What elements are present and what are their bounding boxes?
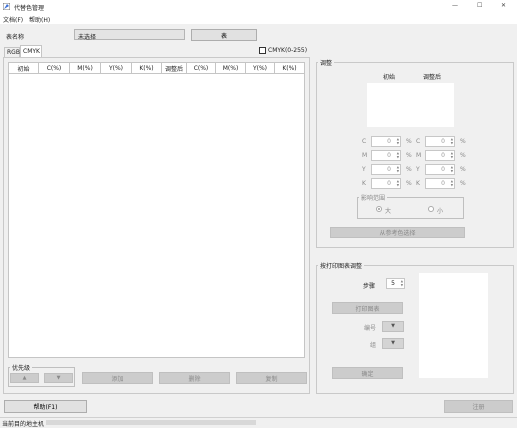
add-button[interactable]: 添加 xyxy=(82,372,153,384)
table-select-button[interactable]: 表 xyxy=(191,29,257,41)
col-c[interactable]: C(%) xyxy=(39,63,70,73)
chevron-down-icon: ▼ xyxy=(391,323,395,329)
c-initial-value: 0 xyxy=(387,138,391,145)
status-bar: 当前目的地主机 xyxy=(0,417,517,428)
print-chart-title: 按打印图表调整 xyxy=(318,261,365,270)
table-name-label: 表名称 xyxy=(6,34,25,41)
k-label-left: K xyxy=(362,180,366,187)
col-k-adjusted[interactable]: K(%) xyxy=(275,63,304,73)
minimize-icon[interactable]: — xyxy=(452,2,458,9)
col-y-adjusted[interactable]: Y(%) xyxy=(246,63,275,73)
k-percent-right: % xyxy=(460,180,466,187)
tab-cmyk-label: CMYK xyxy=(23,48,40,55)
y-label-left: Y xyxy=(362,166,366,173)
y-label-right: Y xyxy=(416,166,420,173)
y-percent-right: % xyxy=(460,166,466,173)
y-adjusted-spinner[interactable]: 0 ▲ ▼ xyxy=(425,164,455,175)
k-initial-value: 0 xyxy=(387,180,391,187)
table-name-field: 未选择 xyxy=(74,29,185,41)
priority-up-button[interactable]: ▲ xyxy=(10,373,39,383)
col-m-adjusted[interactable]: M(%) xyxy=(216,63,246,73)
range-large-label: 大 xyxy=(385,208,392,215)
adjust-initial-label: 初始 xyxy=(383,74,396,81)
color-preview xyxy=(367,83,454,127)
k-initial-spinner[interactable]: 0 ▲ ▼ xyxy=(371,178,401,189)
y-initial-value: 0 xyxy=(387,166,391,173)
group-label: 组 xyxy=(370,342,377,349)
range-small-radio[interactable] xyxy=(428,206,434,212)
delete-button[interactable]: 删除 xyxy=(159,372,230,384)
group-dropdown[interactable]: ▼ xyxy=(382,338,404,349)
color-table[interactable]: 初始 C(%) M(%) Y(%) K(%) 调整后 C(%) M(%) Y(%… xyxy=(8,62,305,358)
m-initial-value: 0 xyxy=(387,152,391,159)
range-small-label: 小 xyxy=(437,208,444,215)
menu-bar: 文档(F) 帮助(H) xyxy=(0,13,517,24)
select-from-reference-button[interactable]: 从参考色选择 xyxy=(330,227,465,238)
m-adjusted-value: 0 xyxy=(441,152,445,159)
status-host-value xyxy=(46,420,256,425)
range-large-radio[interactable] xyxy=(376,206,382,212)
radio-dot-icon xyxy=(378,208,380,210)
m-label-right: M xyxy=(416,152,422,159)
m-initial-spinner[interactable]: 0 ▲ ▼ xyxy=(371,150,401,161)
y-adjusted-value: 0 xyxy=(441,166,445,173)
app-icon xyxy=(2,2,11,11)
priority-down-button[interactable]: ▼ xyxy=(44,373,73,383)
step-spinner[interactable]: 5 ▲ ▼ xyxy=(386,278,405,289)
adjust-title: 调整 xyxy=(318,58,335,67)
confirm-button[interactable]: 确定 xyxy=(332,367,403,379)
menu-file[interactable]: 文档(F) xyxy=(3,15,23,24)
m-percent-left: % xyxy=(406,152,412,159)
col-y[interactable]: Y(%) xyxy=(101,63,132,73)
title-bar: 代替色管理 — ☐ ✕ xyxy=(0,0,517,13)
print-chart-preview xyxy=(419,273,488,378)
step-value: 5 xyxy=(391,280,395,287)
number-dropdown[interactable]: ▼ xyxy=(382,321,404,332)
y-percent-left: % xyxy=(406,166,412,173)
c-label-left: C xyxy=(362,138,367,145)
c-percent-left: % xyxy=(406,138,412,145)
k-adjusted-value: 0 xyxy=(441,180,445,187)
close-icon[interactable]: ✕ xyxy=(501,2,506,9)
k-adjusted-spinner[interactable]: 0 ▲ ▼ xyxy=(425,178,455,189)
c-adjusted-spinner[interactable]: 0 ▲ ▼ xyxy=(425,136,455,147)
tab-rgb-label: RGB xyxy=(7,49,20,56)
tab-cmyk[interactable]: CMYK xyxy=(20,45,42,57)
c-initial-spinner[interactable]: 0 ▲ ▼ xyxy=(371,136,401,147)
y-initial-spinner[interactable]: 0 ▲ ▼ xyxy=(371,164,401,175)
col-c-adjusted[interactable]: C(%) xyxy=(187,63,216,73)
menu-help[interactable]: 帮助(H) xyxy=(29,15,50,24)
number-label: 编号 xyxy=(364,325,377,332)
col-initial[interactable]: 初始 xyxy=(9,63,39,73)
col-k[interactable]: K(%) xyxy=(132,63,162,73)
tab-rgb[interactable]: RGB xyxy=(4,47,20,57)
register-button[interactable]: 注册 xyxy=(444,400,513,413)
maximize-icon[interactable]: ☐ xyxy=(477,2,482,9)
copy-button[interactable]: 复制 xyxy=(236,372,307,384)
table-name-value: 未选择 xyxy=(78,34,97,41)
col-adjusted[interactable]: 调整后 xyxy=(162,63,187,73)
k-label-right: K xyxy=(416,180,420,187)
m-percent-right: % xyxy=(460,152,466,159)
m-adjusted-spinner[interactable]: 0 ▲ ▼ xyxy=(425,150,455,161)
c-label-right: C xyxy=(416,138,421,145)
priority-label: 优先级 xyxy=(10,363,33,372)
print-chart-button[interactable]: 打印图表 xyxy=(332,302,403,314)
influence-range-title: 影响范围 xyxy=(359,193,388,202)
k-percent-left: % xyxy=(406,180,412,187)
adjust-adjusted-label: 调整后 xyxy=(423,74,442,81)
m-label-left: M xyxy=(362,152,368,159)
window-title: 代替色管理 xyxy=(14,5,45,12)
step-label: 步骤 xyxy=(363,283,376,290)
help-button[interactable]: 帮助(F1) xyxy=(4,400,87,413)
table-header: 初始 C(%) M(%) Y(%) K(%) 调整后 C(%) M(%) Y(%… xyxy=(9,63,304,74)
cmyk-range-label: CMYK(0-255) xyxy=(268,47,308,54)
c-percent-right: % xyxy=(460,138,466,145)
chevron-down-icon: ▼ xyxy=(391,340,395,346)
c-adjusted-value: 0 xyxy=(441,138,445,145)
col-m[interactable]: M(%) xyxy=(70,63,101,73)
cmyk-range-checkbox[interactable] xyxy=(259,47,266,54)
